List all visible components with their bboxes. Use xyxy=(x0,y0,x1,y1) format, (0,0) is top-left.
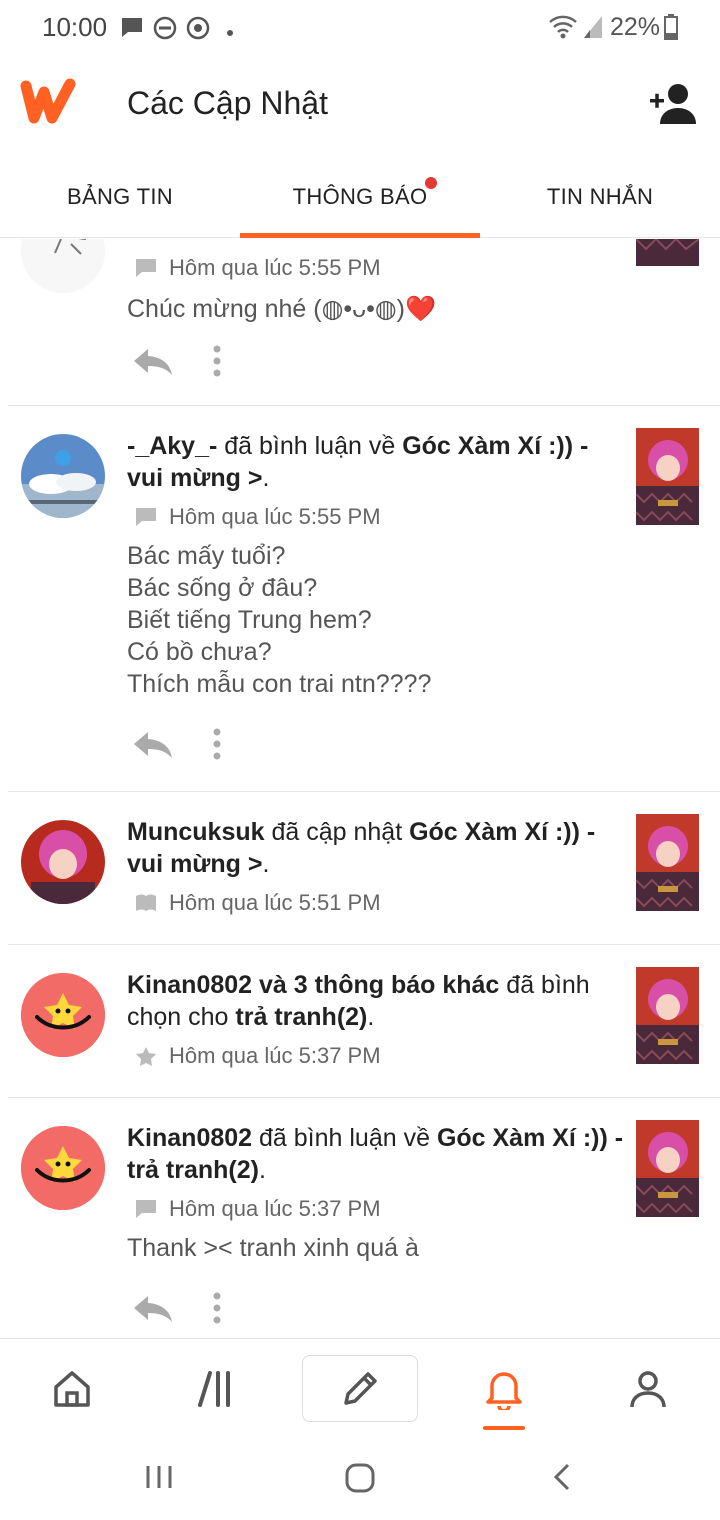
signal-icon xyxy=(582,14,604,45)
avatar[interactable] xyxy=(21,820,105,904)
avatar[interactable] xyxy=(21,1126,105,1210)
bottom-navigation xyxy=(0,1338,720,1438)
battery-icon xyxy=(664,14,678,45)
more-options-icon[interactable] xyxy=(212,1292,222,1329)
star-icon xyxy=(136,1047,156,1066)
comment-text: Thank >< tranh xinh quá à xyxy=(127,1234,419,1262)
nav-library[interactable] xyxy=(144,1339,288,1439)
timestamp: Hôm qua lúc 5:51 PM xyxy=(169,890,381,915)
book-icon xyxy=(136,894,156,911)
user-icon xyxy=(630,1371,666,1408)
nav-profile[interactable] xyxy=(576,1339,720,1439)
notification-meta: Hôm qua lúc 5:37 PM xyxy=(135,1041,381,1071)
notification-dot xyxy=(425,177,437,189)
story-cover-thumbnail[interactable] xyxy=(636,428,699,525)
active-tab-indicator xyxy=(240,233,480,238)
timestamp: Hôm qua lúc 5:37 PM xyxy=(169,1196,381,1221)
tab-news-feed[interactable]: BẢNG TIN xyxy=(0,156,240,238)
library-icon xyxy=(198,1371,230,1407)
reply-icon[interactable] xyxy=(132,730,174,763)
headline-suffix: . xyxy=(367,1003,375,1031)
timestamp: Hôm qua lúc 5:55 PM xyxy=(169,504,381,529)
status-time: 10:00 xyxy=(42,12,108,42)
notification-headline[interactable]: -_Aky_- đã bình luận về Góc Xàm Xí :)) -… xyxy=(127,430,627,494)
nav-home[interactable] xyxy=(0,1339,144,1439)
headline-suffix: . xyxy=(258,1156,266,1184)
action-text: đã bình luận về xyxy=(252,1124,437,1152)
home-icon xyxy=(54,1371,90,1407)
tab-label: TIN NHẮN xyxy=(546,184,654,209)
user-name[interactable]: Kinan0802 xyxy=(127,1124,252,1152)
comment-text: Bác mấy tuổi? Bác sống ở đâu? Biết tiếng… xyxy=(127,542,432,698)
comment-icon xyxy=(136,508,156,526)
notification-item[interactable]: -_Aky_- đã bình luận về Góc Xàm Xí :)) -… xyxy=(0,406,720,791)
headline-suffix: . xyxy=(262,464,270,492)
notification-item[interactable]: Muncuksuk đã cập nhật Góc Xàm Xí :)) - v… xyxy=(0,792,720,944)
tab-messages[interactable]: TIN NHẮN xyxy=(480,156,720,238)
comment-icon xyxy=(136,1200,156,1218)
story-cover-thumbnail[interactable] xyxy=(636,1120,699,1217)
notification-meta: Hôm qua lúc 5:55 PM xyxy=(135,253,381,283)
tab-bar: BẢNG TIN THÔNG BÁO TIN NHẮN xyxy=(0,156,720,238)
avatar[interactable] xyxy=(21,239,105,293)
home-circle-icon[interactable] xyxy=(344,1462,376,1499)
reply-icon[interactable] xyxy=(132,347,174,380)
notification-meta: Hôm qua lúc 5:55 PM xyxy=(135,502,381,532)
headline-suffix: . xyxy=(262,850,270,878)
dot-icon xyxy=(226,24,234,42)
more-options-icon[interactable] xyxy=(212,728,222,765)
app-bar: Các Cập Nhật xyxy=(0,56,720,156)
recents-icon[interactable] xyxy=(144,1462,174,1497)
message-icon xyxy=(120,16,144,43)
timestamp: Hôm qua lúc 5:37 PM xyxy=(169,1043,381,1068)
notification-item[interactable]: Kinan0802 và 3 thông báo khác đã bình ch… xyxy=(0,945,720,1097)
story-title[interactable]: trả tranh(2) xyxy=(235,1003,367,1031)
notification-headline[interactable]: Kinan0802 đã bình luận về Góc Xàm Xí :))… xyxy=(127,1122,627,1186)
notification-feed[interactable]: Hôm qua lúc 5:55 PM Chúc mừng nhé (◍•ᴗ•◍… xyxy=(0,239,720,1338)
more-options-icon[interactable] xyxy=(212,345,222,382)
avatar[interactable] xyxy=(21,434,105,518)
avatar[interactable] xyxy=(21,973,105,1057)
notification-headline[interactable]: Muncuksuk đã cập nhật Góc Xàm Xí :)) - v… xyxy=(127,816,627,880)
user-name[interactable]: -_Aky_- xyxy=(127,432,217,460)
notification-meta: Hôm qua lúc 5:51 PM xyxy=(135,888,381,918)
user-name[interactable]: Muncuksuk xyxy=(127,818,265,846)
action-text: đã bình luận về xyxy=(217,432,403,460)
bell-icon xyxy=(486,1372,522,1410)
system-navigation xyxy=(0,1438,720,1520)
add-user-icon[interactable] xyxy=(648,82,700,131)
status-bar: 10:00 22% xyxy=(0,0,720,56)
do-not-disturb-icon xyxy=(153,16,177,45)
nav-notifications[interactable] xyxy=(432,1339,576,1439)
battery-percent: 22% xyxy=(610,13,661,41)
reply-icon[interactable] xyxy=(132,1294,174,1327)
notification-headline[interactable]: Kinan0802 và 3 thông báo khác đã bình ch… xyxy=(127,969,627,1033)
back-icon[interactable] xyxy=(550,1462,574,1497)
page-title: Các Cập Nhật xyxy=(127,85,328,121)
wifi-icon xyxy=(548,14,578,45)
story-cover-thumbnail[interactable] xyxy=(636,814,699,911)
notification-meta: Hôm qua lúc 5:37 PM xyxy=(135,1194,381,1224)
tab-label: BẢNG TIN xyxy=(67,184,173,209)
story-cover-thumbnail[interactable] xyxy=(636,239,699,266)
timestamp: Hôm qua lúc 5:55 PM xyxy=(169,255,381,280)
tab-label: THÔNG BÁO xyxy=(292,184,428,209)
notification-item[interactable]: Kinan0802 đã bình luận về Góc Xàm Xí :))… xyxy=(0,1098,720,1338)
tab-notifications[interactable]: THÔNG BÁO xyxy=(240,156,480,238)
wattpad-logo[interactable] xyxy=(20,78,78,131)
comment-icon xyxy=(136,259,156,277)
user-name[interactable]: Kinan0802 và 3 thông báo khác xyxy=(127,971,499,999)
nav-write[interactable] xyxy=(302,1355,418,1422)
comment-text: Chúc mừng nhé (◍•ᴗ•◍)❤️ xyxy=(127,295,437,323)
action-text: đã cập nhật xyxy=(264,818,410,846)
vpn-icon xyxy=(186,16,210,45)
pencil-icon xyxy=(344,1371,377,1405)
active-nav-indicator xyxy=(483,1426,525,1430)
notification-item[interactable]: Hôm qua lúc 5:55 PM Chúc mừng nhé (◍•ᴗ•◍… xyxy=(0,239,720,405)
story-cover-thumbnail[interactable] xyxy=(636,967,699,1064)
